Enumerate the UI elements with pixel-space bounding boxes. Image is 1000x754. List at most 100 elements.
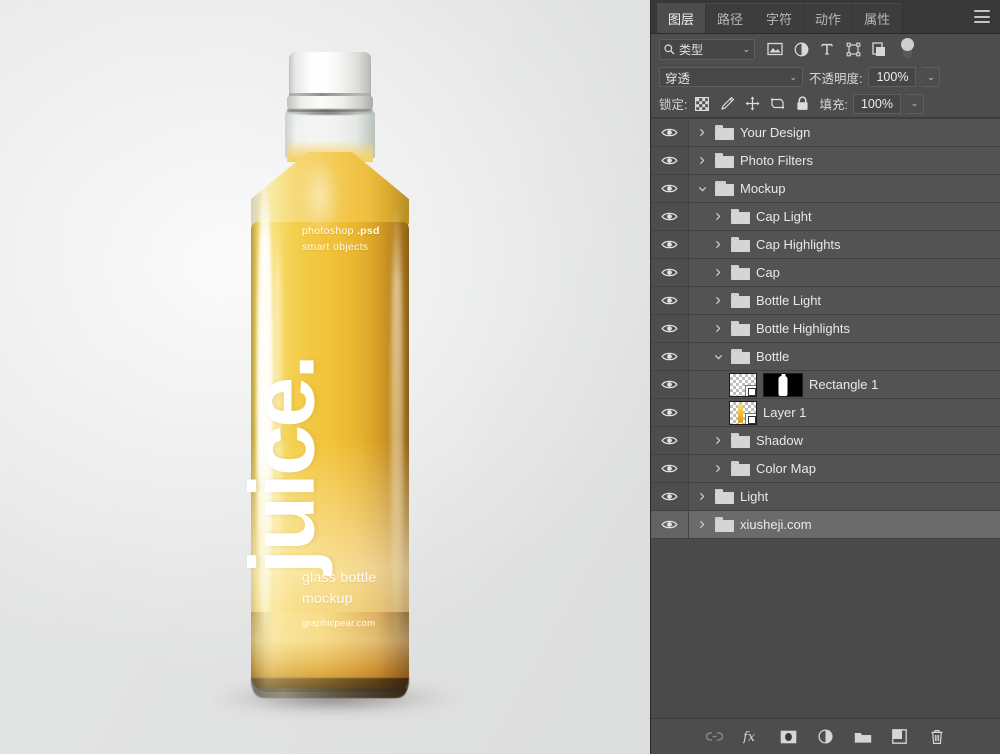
document-canvas[interactable]: photoshop .psdsmart objects juice. glass… (0, 0, 650, 754)
folder-icon (715, 181, 734, 196)
type-layer-filter-icon[interactable] (815, 38, 839, 60)
label-headline-bold: .psd (357, 225, 380, 237)
layer-visibility-toggle[interactable] (651, 119, 689, 146)
layer-row-rectangle-1[interactable]: Rectangle 1 (651, 371, 1000, 399)
layer-visibility-toggle[interactable] (651, 399, 689, 426)
layer-row-content: Cap Highlights (689, 231, 1000, 258)
folder-icon (715, 125, 734, 140)
layer-stack-list[interactable]: Your DesignPhoto FiltersMockupCap LightC… (651, 118, 1000, 718)
lock-all-icon[interactable] (792, 94, 812, 114)
shape-layer-filter-icon[interactable] (841, 38, 865, 60)
chevron-right-icon[interactable] (711, 210, 725, 224)
chevron-down-icon[interactable] (695, 182, 709, 196)
lock-transparent-pixels-icon[interactable] (692, 94, 712, 114)
lock-position-icon[interactable] (742, 94, 762, 114)
eye-icon (661, 435, 678, 446)
tab-properties[interactable]: 属性 (853, 3, 901, 33)
tab-layers[interactable]: 图层 (657, 3, 705, 33)
layer-row-content: Photo Filters (689, 147, 1000, 174)
layer-row-cap-light[interactable]: Cap Light (651, 203, 1000, 231)
layer-visibility-toggle[interactable] (651, 147, 689, 174)
opacity-input[interactable]: 100% (868, 67, 916, 87)
chevron-right-icon[interactable] (711, 462, 725, 476)
layer-filter-toggle[interactable] (901, 38, 914, 60)
layer-visibility-toggle[interactable] (651, 371, 689, 398)
tab-character[interactable]: 字符 (755, 3, 803, 33)
layer-thumbnail[interactable] (729, 373, 757, 397)
layer-name: Photo Filters (740, 153, 813, 168)
layer-visibility-toggle[interactable] (651, 427, 689, 454)
delete-layer-icon[interactable] (926, 726, 947, 747)
layer-name: Bottle (756, 349, 789, 364)
pixel-layer-filter-icon[interactable] (763, 38, 787, 60)
chevron-right-icon[interactable] (695, 154, 709, 168)
layer-row-content: Your Design (689, 119, 1000, 146)
layer-name: Bottle Light (756, 293, 821, 308)
layer-row-cap[interactable]: Cap (651, 259, 1000, 287)
chevron-right-icon[interactable] (711, 322, 725, 336)
new-group-icon[interactable] (852, 726, 873, 747)
chevron-right-icon[interactable] (695, 518, 709, 532)
layer-visibility-toggle[interactable] (651, 343, 689, 370)
lock-image-pixels-icon[interactable] (717, 94, 737, 114)
lock-artboard-nesting-icon[interactable] (767, 94, 787, 114)
layer-row-color-map[interactable]: Color Map (651, 455, 1000, 483)
chevron-right-icon[interactable] (711, 434, 725, 448)
layer-visibility-toggle[interactable] (651, 259, 689, 286)
label-brand-juice: juice. (241, 314, 326, 574)
layer-row-shadow[interactable]: Shadow (651, 427, 1000, 455)
layer-row-cap-highlights[interactable]: Cap Highlights (651, 231, 1000, 259)
layer-row-bottle[interactable]: Bottle (651, 343, 1000, 371)
search-icon (664, 44, 675, 55)
layer-row-bottle-light[interactable]: Bottle Light (651, 287, 1000, 315)
label-headline-line1: photoshop (302, 225, 357, 237)
layer-visibility-toggle[interactable] (651, 455, 689, 482)
layer-visibility-toggle[interactable] (651, 315, 689, 342)
layer-visibility-toggle[interactable] (651, 511, 689, 538)
adjustment-layer-filter-icon[interactable] (789, 38, 813, 60)
layer-style-fx-icon[interactable]: fx (741, 726, 762, 747)
layer-row-mockup[interactable]: Mockup (651, 175, 1000, 203)
layer-row-content: Mockup (689, 175, 1000, 202)
folder-icon (731, 237, 750, 252)
eye-icon (661, 183, 678, 194)
layer-mask-thumbnail[interactable] (763, 373, 803, 397)
layer-row-layer-1[interactable]: Layer 1 (651, 399, 1000, 427)
layer-visibility-toggle[interactable] (651, 287, 689, 314)
tab-actions[interactable]: 动作 (804, 3, 852, 33)
eye-icon (661, 491, 678, 502)
layer-visibility-toggle[interactable] (651, 231, 689, 258)
layer-row-xiusheji-com[interactable]: xiusheji.com (651, 511, 1000, 539)
chevron-right-icon[interactable] (711, 238, 725, 252)
fill-chevron-icon[interactable]: ⌄ (906, 94, 924, 114)
chevron-down-icon[interactable] (711, 350, 725, 364)
layer-row-content: Bottle Highlights (689, 315, 1000, 342)
tab-paths[interactable]: 路径 (706, 3, 754, 33)
link-layers-icon[interactable] (704, 726, 725, 747)
hamburger-menu-icon[interactable] (974, 10, 990, 23)
opacity-chevron-icon[interactable]: ⌄ (922, 67, 940, 87)
chevron-right-icon[interactable] (711, 294, 725, 308)
layer-row-content: Bottle (689, 343, 1000, 370)
layer-visibility-toggle[interactable] (651, 175, 689, 202)
blend-mode-select[interactable]: 穿透 ⌄ (659, 67, 803, 87)
bottle-bottom-rim (253, 688, 407, 698)
layer-name: Rectangle 1 (809, 377, 878, 392)
layer-thumbnail[interactable] (729, 401, 757, 425)
layer-row-light[interactable]: Light (651, 483, 1000, 511)
new-adjustment-layer-icon[interactable] (815, 726, 836, 747)
eye-icon (661, 295, 678, 306)
layer-visibility-toggle[interactable] (651, 483, 689, 510)
layer-filter-type-select[interactable]: 类型 ⌄ (659, 39, 755, 60)
add-layer-mask-icon[interactable] (778, 726, 799, 747)
smart-object-filter-icon[interactable] (867, 38, 891, 60)
layer-row-photo-filters[interactable]: Photo Filters (651, 147, 1000, 175)
chevron-right-icon[interactable] (711, 266, 725, 280)
chevron-right-icon[interactable] (695, 126, 709, 140)
layer-row-bottle-highlights[interactable]: Bottle Highlights (651, 315, 1000, 343)
layer-row-your-design[interactable]: Your Design (651, 119, 1000, 147)
new-layer-icon[interactable] (889, 726, 910, 747)
layer-visibility-toggle[interactable] (651, 203, 689, 230)
chevron-right-icon[interactable] (695, 490, 709, 504)
fill-input[interactable]: 100% (853, 94, 901, 114)
